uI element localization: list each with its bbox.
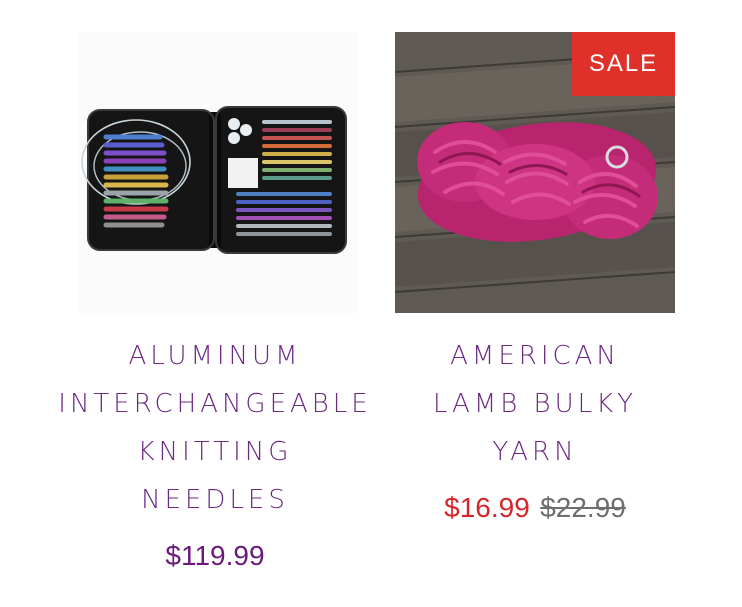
sale-badge: SALE <box>572 32 675 96</box>
product-card-american-lamb-yarn[interactable]: SALE AMERICAN LAMB BULKY YARN $16.99 $22… <box>372 0 742 607</box>
product-title[interactable]: AMERICAN LAMB BULKY YARN <box>372 332 698 476</box>
title-line: YARN <box>492 437 578 467</box>
sale-price: $16.99 <box>444 492 530 523</box>
title-line: INTERCHANGEABLE <box>58 389 372 419</box>
title-line: KNITTING <box>137 437 293 467</box>
title-line: ALUMINUM <box>128 341 302 371</box>
product-price: $119.99 <box>165 540 265 571</box>
compare-at-price: $22.99 <box>540 492 626 523</box>
product-image-needles[interactable] <box>78 32 358 313</box>
knitting-needles-case-image <box>81 106 347 254</box>
product-title[interactable]: ALUMINUM INTERCHANGEABLE KNITTING NEEDLE… <box>0 332 430 524</box>
product-card-aluminum-needles[interactable]: ALUMINUM INTERCHANGEABLE KNITTING NEEDLE… <box>0 0 430 607</box>
title-line: AMERICAN <box>450 341 620 371</box>
price-row: $16.99 $22.99 <box>372 492 698 524</box>
title-line: LAMB BULKY <box>432 389 638 419</box>
price-row: $119.99 <box>0 540 430 572</box>
title-line: NEEDLES <box>141 485 289 515</box>
